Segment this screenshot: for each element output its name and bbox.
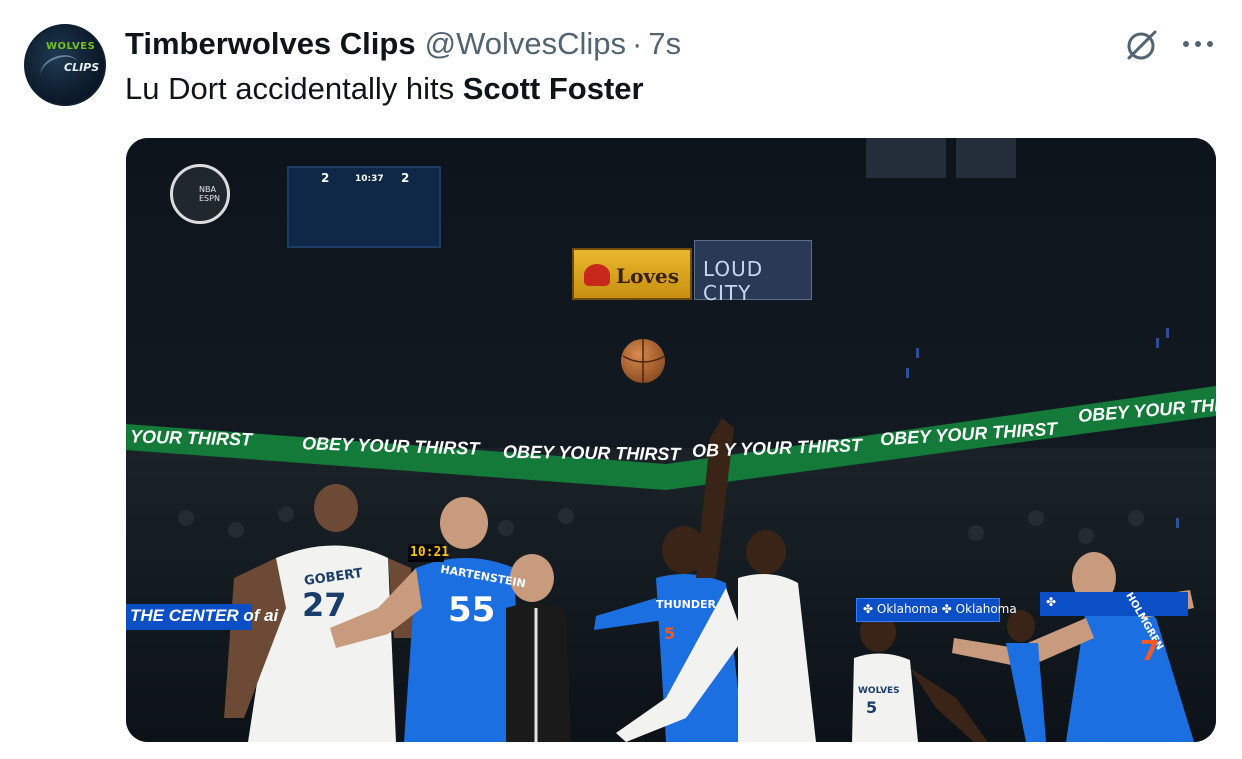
jersey-wordmark-wolves: WOLVES <box>858 686 900 696</box>
scoreboard-home-score: 2 <box>321 171 330 185</box>
sign-loves-text: Loves <box>616 264 680 288</box>
avatar[interactable]: WOLVES CLIPS <box>24 24 106 106</box>
jersey-number-holmgren: 7 <box>1140 634 1160 667</box>
heart-icon <box>584 264 610 286</box>
tweet-text-plain: Lu Dort accidentally hits <box>125 71 463 106</box>
jersey-number-thunder: 5 <box>664 624 676 643</box>
sign-loud-city-text: LOUD CITY <box>703 257 764 305</box>
separator-dot: · <box>632 26 643 61</box>
shot-clock-text: 10:21 <box>410 545 450 560</box>
scoreboard-clock: 10:37 <box>355 174 384 184</box>
led-board-left-text: THE CENTER of ai <box>130 606 279 625</box>
more-options-icon[interactable] <box>1180 34 1216 54</box>
jersey-wordmark-thunder: THUNDER <box>656 598 716 611</box>
arena-scoreboard: 2 10:37 2 <box>287 166 441 248</box>
tweet-text: Lu Dort accidentally hits Scott Foster <box>125 71 644 107</box>
more-dot <box>1207 41 1213 47</box>
timestamp[interactable]: 7s <box>648 26 681 62</box>
jersey-number-hartenstein: 55 <box>448 590 496 630</box>
avatar-text-wolves: WOLVES <box>46 41 96 52</box>
broadcast-logo-text: NBA ESPN <box>199 185 220 203</box>
more-dot <box>1183 41 1189 47</box>
tweet-text-bold: Scott Foster <box>462 71 644 106</box>
led-board-left: THE CENTER of ai <box>126 604 278 630</box>
banner-text: OBEY YOUR THIRST <box>502 441 681 465</box>
scoreboard-away-score: 2 <box>401 171 410 185</box>
tweet-header: Timberwolves Clips @WolvesClips · 7s <box>125 26 681 64</box>
tweet-media-image[interactable]: NBA ESPN 2 10:37 2 Loves LOUD CITY YOUR T… <box>126 138 1216 742</box>
user-handle[interactable]: @WolvesClips <box>425 26 626 62</box>
jersey-number-wolves: 5 <box>866 698 878 717</box>
sign-loves: Loves <box>572 248 692 300</box>
jersey-number-gobert: 27 <box>302 586 347 624</box>
avatar-text-clips: CLIPS <box>64 61 100 74</box>
led-board-oklahoma-text: ✤ Oklahoma ✤ Oklahoma <box>863 602 1017 616</box>
led-board-oklahoma-2: ✤ <box>1040 592 1188 616</box>
tweet-card: WOLVES CLIPS Timberwolves Clips @WolvesC… <box>0 0 1242 759</box>
shot-clock: 10:21 <box>408 544 449 562</box>
broadcast-logo: NBA ESPN <box>170 164 230 224</box>
banner-text: YOUR THIRST <box>129 426 253 450</box>
sign-loud-city: LOUD CITY <box>694 240 812 305</box>
led-board-oklahoma: ✤ Oklahoma ✤ Oklahoma <box>856 598 1017 622</box>
led-board-oklahoma-2-text: ✤ <box>1046 595 1057 609</box>
grok-icon[interactable] <box>1122 25 1162 65</box>
more-dot <box>1195 41 1201 47</box>
display-name[interactable]: Timberwolves Clips <box>125 26 416 62</box>
